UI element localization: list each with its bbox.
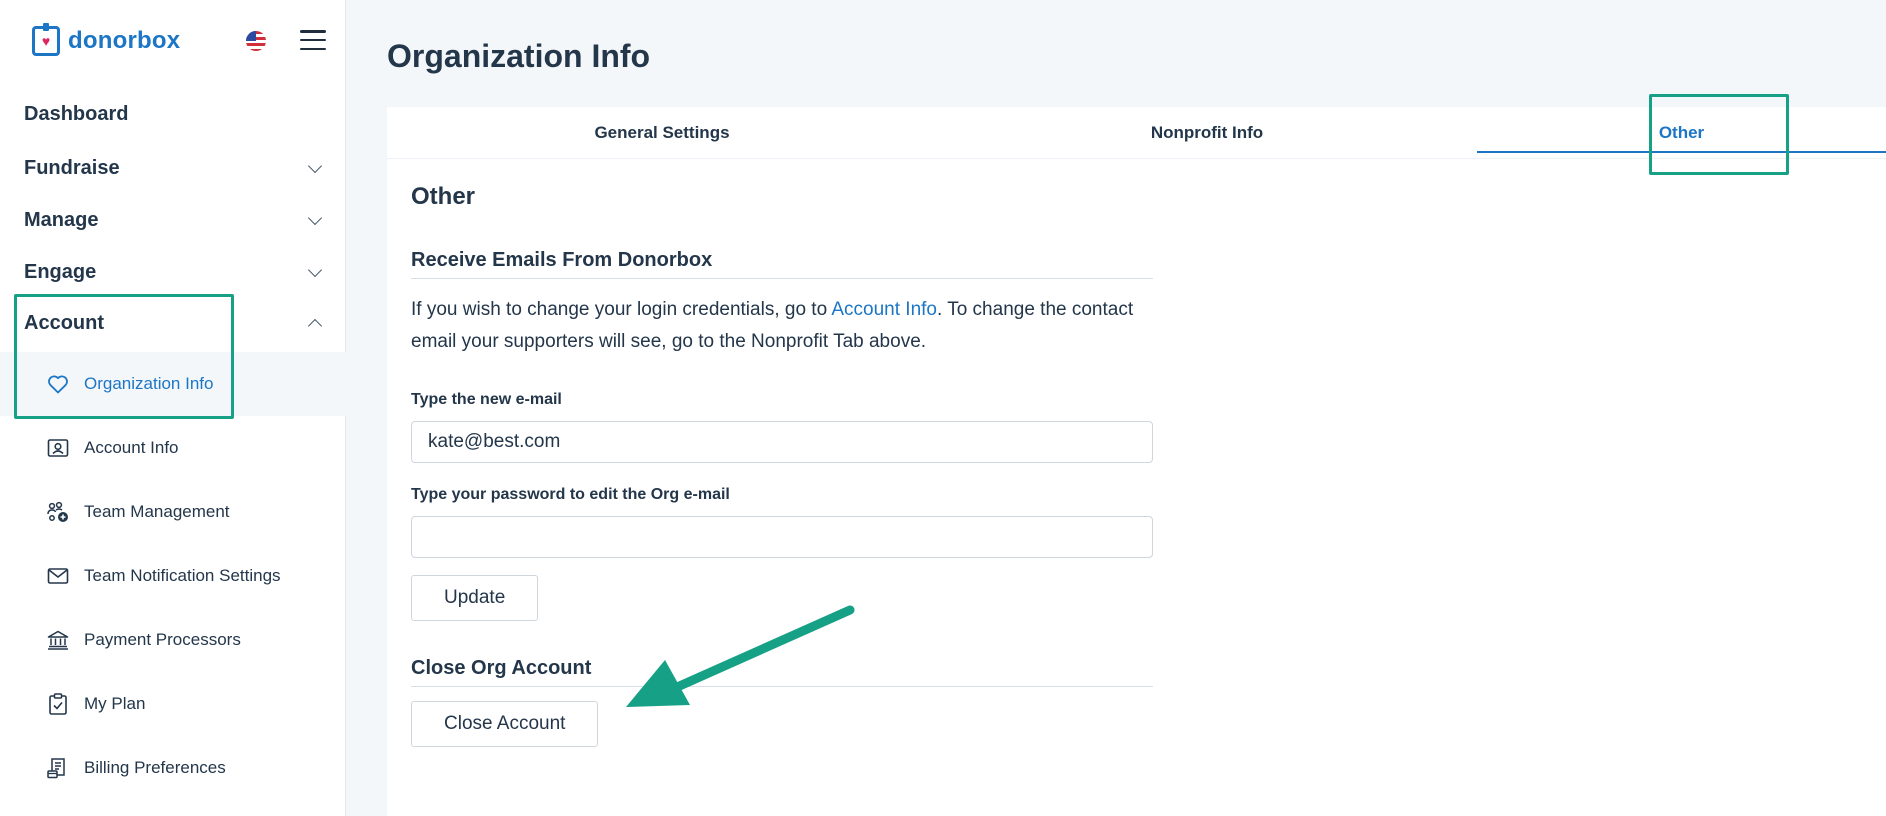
nav-manage[interactable]: Manage bbox=[0, 195, 346, 245]
sidebar-item-my-plan[interactable]: My Plan bbox=[0, 672, 346, 736]
hamburger-menu-icon[interactable] bbox=[300, 30, 326, 50]
tab-general-settings[interactable]: General Settings bbox=[387, 107, 937, 159]
sidebar-item-label: Account Info bbox=[84, 438, 179, 457]
receive-emails-heading: Receive Emails From Donorbox bbox=[411, 249, 1153, 279]
sidebar-item-label: Team Notification Settings bbox=[84, 566, 281, 585]
team-icon bbox=[47, 501, 68, 522]
annotation-arrow-icon bbox=[626, 605, 855, 707]
description-text: If you wish to change your login credent… bbox=[411, 299, 832, 320]
donorbox-logo-icon: ♥ bbox=[32, 23, 60, 56]
sidebar-item-label: Team Management bbox=[84, 502, 230, 521]
sidebar-item-label: My Plan bbox=[84, 694, 146, 713]
chevron-down-icon bbox=[307, 158, 323, 174]
bank-icon bbox=[47, 630, 69, 650]
chevron-down-icon bbox=[307, 262, 323, 278]
sidebar-item-account-info[interactable]: Account Info bbox=[0, 416, 346, 480]
sidebar: ♥ donorbox Dashboard Fundraise Manage En… bbox=[0, 0, 346, 816]
us-flag-icon[interactable] bbox=[246, 31, 266, 51]
nav-engage[interactable]: Engage bbox=[0, 247, 346, 297]
sidebar-item-team-management[interactable]: Team Management bbox=[0, 480, 346, 544]
page-title: Organization Info bbox=[387, 38, 651, 74]
sidebar-item-billing-preferences[interactable]: Billing Preferences bbox=[0, 736, 346, 800]
account-info-link[interactable]: Account Info bbox=[831, 299, 937, 320]
sidebar-item-label: Billing Preferences bbox=[84, 758, 226, 777]
logo[interactable]: ♥ donorbox bbox=[32, 23, 181, 56]
new-email-label: Type the new e-mail bbox=[411, 391, 562, 408]
nav-label: Manage bbox=[24, 208, 99, 231]
nav-dashboard[interactable]: Dashboard bbox=[0, 89, 346, 139]
nav-label: Dashboard bbox=[24, 102, 129, 125]
brand-name: donorbox bbox=[68, 27, 181, 54]
tab-label: Nonprofit Info bbox=[1150, 123, 1264, 142]
password-label: Type your password to edit the Org e-mai… bbox=[411, 486, 730, 503]
section-title: Other bbox=[411, 183, 476, 210]
nav-label: Engage bbox=[24, 260, 97, 283]
new-email-input[interactable] bbox=[411, 421, 1153, 463]
tab-label: General Settings bbox=[594, 123, 730, 142]
chevron-down-icon bbox=[307, 210, 323, 226]
sidebar-item-label: Payment Processors bbox=[84, 630, 241, 649]
update-button[interactable]: Update bbox=[411, 575, 539, 621]
emails-description: If you wish to change your login credent… bbox=[411, 294, 1153, 358]
nav-fundraise[interactable]: Fundraise bbox=[0, 143, 346, 193]
nav-label: Fundraise bbox=[24, 156, 120, 179]
sidebar-item-team-notification-settings[interactable]: Team Notification Settings bbox=[0, 544, 346, 608]
id-card-icon bbox=[47, 439, 69, 457]
sidebar-item-payment-processors[interactable]: Payment Processors bbox=[0, 608, 346, 672]
envelope-icon bbox=[47, 568, 69, 584]
close-account-button[interactable]: Close Account bbox=[411, 701, 599, 747]
password-input[interactable] bbox=[411, 516, 1153, 558]
settings-card: General Settings Nonprofit Info Other Ot… bbox=[387, 94, 1886, 816]
chevron-up-icon bbox=[307, 318, 323, 334]
tab-nonprofit-info[interactable]: Nonprofit Info bbox=[937, 107, 1477, 159]
highlight-box-other-tab bbox=[1649, 94, 1789, 175]
highlight-box-account bbox=[14, 294, 234, 419]
billing-icon bbox=[47, 758, 65, 779]
sidebar-header: ♥ donorbox bbox=[0, 0, 346, 82]
clipboard-check-icon bbox=[49, 693, 67, 715]
